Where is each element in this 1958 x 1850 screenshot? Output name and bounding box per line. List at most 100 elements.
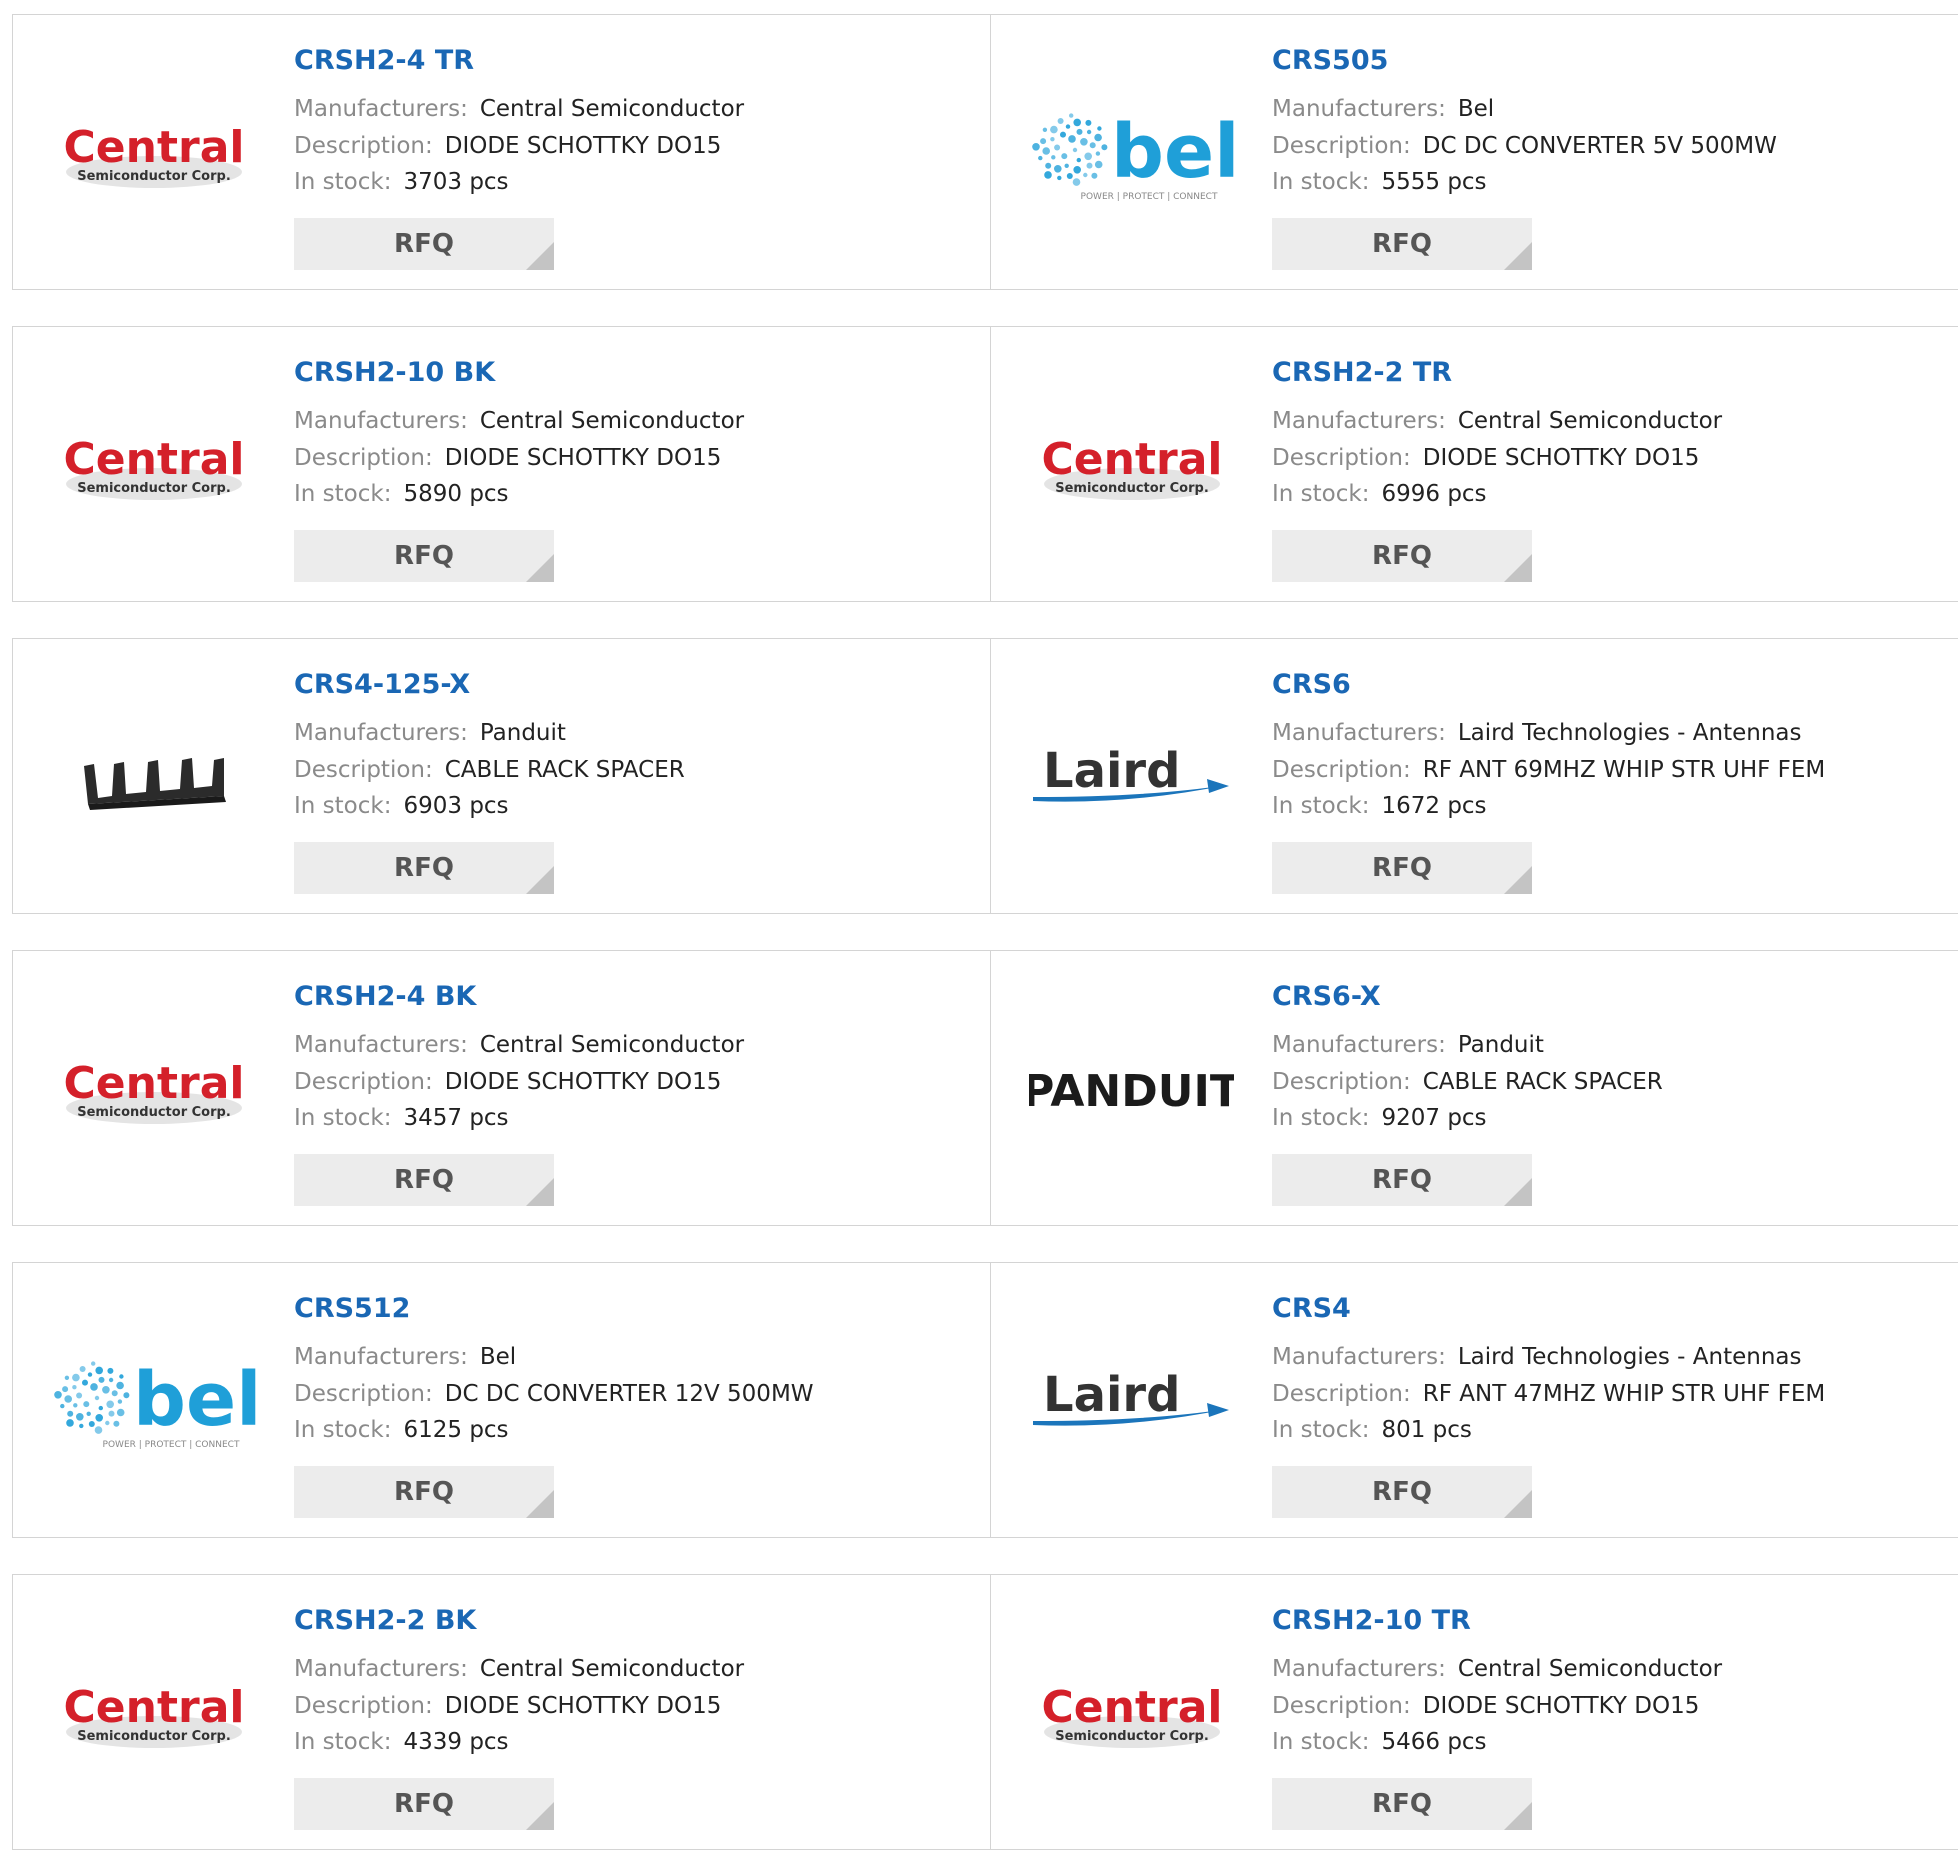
rfq-button[interactable]: RFQ bbox=[1272, 842, 1532, 894]
manufacturer-logo[interactable]: PANDUIT bbox=[1029, 1031, 1234, 1151]
stock-value: 9207 pcs bbox=[1381, 1105, 1487, 1131]
manufacturer-row: Manufacturers: Central Semiconductor bbox=[294, 1032, 744, 1058]
corner-triangle-icon bbox=[526, 866, 554, 894]
svg-text:Central: Central bbox=[1041, 1682, 1222, 1733]
rfq-button[interactable]: RFQ bbox=[1272, 218, 1532, 270]
manufacturer-logo[interactable]: bel POWER | PROTECT | CONNECT bbox=[1029, 95, 1234, 215]
manufacturer-row: Manufacturers: Central Semiconductor bbox=[294, 408, 744, 434]
manufacturer-value: Central Semiconductor bbox=[1457, 1656, 1723, 1682]
manufacturer-logo[interactable]: bel POWER | PROTECT | CONNECT bbox=[51, 1343, 256, 1463]
description-value: DIODE SCHOTTKY DO15 bbox=[1422, 1693, 1700, 1719]
stock-row: In stock: 6996 pcs bbox=[1272, 481, 1487, 507]
stock-value: 3703 pcs bbox=[403, 169, 509, 195]
description-value: DC DC CONVERTER 5V 500MW bbox=[1422, 133, 1777, 159]
part-number-link[interactable]: CRS6 bbox=[1272, 669, 1351, 700]
part-number-link[interactable]: CRSH2-10 TR bbox=[1272, 1605, 1471, 1636]
part-number-link[interactable]: CRS505 bbox=[1272, 45, 1388, 76]
rfq-label: RFQ bbox=[394, 541, 454, 571]
manufacturer-label: Manufacturers: bbox=[1272, 1344, 1446, 1370]
manufacturer-row: Manufacturers: Bel bbox=[294, 1344, 516, 1370]
description-value: DIODE SCHOTTKY DO15 bbox=[444, 1069, 722, 1095]
manufacturer-label: Manufacturers: bbox=[294, 1656, 468, 1682]
cable-rack-spacer-image bbox=[83, 758, 226, 810]
rfq-label: RFQ bbox=[394, 853, 454, 883]
central-logo: CentralSemiconductor Corp. bbox=[63, 434, 244, 500]
rfq-button[interactable]: RFQ bbox=[294, 1466, 554, 1518]
svg-text:Laird: Laird bbox=[1043, 743, 1180, 799]
manufacturer-logo[interactable]: Laird bbox=[1029, 719, 1234, 839]
rfq-label: RFQ bbox=[394, 229, 454, 259]
manufacturer-row: Manufacturers: Panduit bbox=[294, 720, 566, 746]
description-row: Description: DIODE SCHOTTKY DO15 bbox=[1272, 1693, 1699, 1719]
product-card: bel POWER | PROTECT | CONNECT CRS505 Manufa… bbox=[990, 14, 1958, 290]
manufacturer-value: Laird Technologies - Antennas bbox=[1457, 720, 1802, 746]
description-value: DIODE SCHOTTKY DO15 bbox=[444, 445, 722, 471]
part-number-link[interactable]: CRSH2-2 TR bbox=[1272, 357, 1452, 388]
description-label: Description: bbox=[1272, 1069, 1411, 1095]
central-logo: CentralSemiconductor Corp. bbox=[1041, 434, 1222, 500]
description-value: RF ANT 47MHZ WHIP STR UHF FEM bbox=[1422, 1381, 1826, 1407]
manufacturer-value: Central Semiconductor bbox=[479, 1032, 745, 1058]
rfq-button[interactable]: RFQ bbox=[294, 530, 554, 582]
central-logo: CentralSemiconductor Corp. bbox=[63, 1058, 244, 1124]
manufacturer-logo[interactable]: Central Semiconductor Corp. bbox=[1029, 407, 1234, 527]
corner-triangle-icon bbox=[526, 1802, 554, 1830]
manufacturer-value: Laird Technologies - Antennas bbox=[1457, 1344, 1802, 1370]
rfq-button[interactable]: RFQ bbox=[1272, 1154, 1532, 1206]
manufacturer-logo[interactable]: Central Semiconductor Corp. bbox=[1029, 1655, 1234, 1775]
rfq-button[interactable]: RFQ bbox=[1272, 1778, 1532, 1830]
rfq-button[interactable]: RFQ bbox=[294, 842, 554, 894]
stock-value: 6996 pcs bbox=[1381, 481, 1487, 507]
description-row: Description: DIODE SCHOTTKY DO15 bbox=[1272, 445, 1699, 471]
description-row: Description: DC DC CONVERTER 12V 500MW bbox=[294, 1381, 814, 1407]
manufacturer-logo[interactable]: Central Semiconductor Corp. bbox=[51, 1031, 256, 1151]
svg-text:POWER | PROTECT | CONNECT: POWER | PROTECT | CONNECT bbox=[1081, 192, 1218, 202]
part-number-link[interactable]: CRS512 bbox=[294, 1293, 410, 1324]
svg-text:Central: Central bbox=[1041, 434, 1222, 485]
corner-triangle-icon bbox=[1504, 1178, 1532, 1206]
rfq-label: RFQ bbox=[394, 1477, 454, 1507]
manufacturer-label: Manufacturers: bbox=[294, 408, 468, 434]
manufacturer-logo[interactable]: Central Semiconductor Corp. bbox=[51, 1655, 256, 1775]
description-value: DIODE SCHOTTKY DO15 bbox=[444, 133, 722, 159]
part-number-link[interactable]: CRSH2-10 BK bbox=[294, 357, 495, 388]
description-row: Description: RF ANT 69MHZ WHIP STR UHF FE… bbox=[1272, 757, 1825, 783]
description-label: Description: bbox=[294, 1069, 433, 1095]
stock-label: In stock: bbox=[1272, 1729, 1370, 1755]
part-number-link[interactable]: CRSH2-2 BK bbox=[294, 1605, 476, 1636]
part-number-link[interactable]: CRS4 bbox=[1272, 1293, 1351, 1324]
part-number-link[interactable]: CRS6-X bbox=[1272, 981, 1381, 1012]
manufacturer-label: Manufacturers: bbox=[294, 1344, 468, 1370]
manufacturer-logo[interactable]: Laird bbox=[1029, 1343, 1234, 1463]
rfq-button[interactable]: RFQ bbox=[294, 1154, 554, 1206]
manufacturer-row: Manufacturers: Central Semiconductor bbox=[1272, 1656, 1722, 1682]
manufacturer-value: Central Semiconductor bbox=[479, 408, 745, 434]
rfq-button[interactable]: RFQ bbox=[294, 1778, 554, 1830]
part-number-link[interactable]: CRS4-125-X bbox=[294, 669, 470, 700]
rfq-label: RFQ bbox=[1372, 1789, 1432, 1819]
manufacturer-logo[interactable]: Central Semiconductor Corp. bbox=[51, 407, 256, 527]
product-card: Central Semiconductor Corp. CRSH2-10 TR Man… bbox=[990, 1574, 1958, 1850]
rfq-button[interactable]: RFQ bbox=[1272, 1466, 1532, 1518]
svg-text:Semiconductor Corp.: Semiconductor Corp. bbox=[1055, 481, 1209, 496]
manufacturer-value: Bel bbox=[479, 1344, 517, 1370]
part-number-link[interactable]: CRSH2-4 BK bbox=[294, 981, 476, 1012]
rfq-button[interactable]: RFQ bbox=[294, 218, 554, 270]
description-row: Description: DIODE SCHOTTKY DO15 bbox=[294, 133, 721, 159]
corner-triangle-icon bbox=[526, 1178, 554, 1206]
manufacturer-logo[interactable]: Central Semiconductor Corp. bbox=[51, 95, 256, 215]
stock-label: In stock: bbox=[294, 793, 392, 819]
rfq-label: RFQ bbox=[1372, 229, 1432, 259]
manufacturer-value: Central Semiconductor bbox=[1457, 408, 1723, 434]
svg-text:Semiconductor Corp.: Semiconductor Corp. bbox=[77, 481, 231, 496]
corner-triangle-icon bbox=[526, 242, 554, 270]
manufacturer-value: Panduit bbox=[1457, 1032, 1544, 1058]
product-card: PANDUIT CRS6-X Manufacturers: Panduit Descri… bbox=[990, 950, 1958, 1226]
part-number-link[interactable]: CRSH2-4 TR bbox=[294, 45, 474, 76]
rfq-label: RFQ bbox=[1372, 853, 1432, 883]
svg-text:bel: bel bbox=[1111, 109, 1234, 195]
manufacturer-logo[interactable] bbox=[51, 719, 256, 839]
stock-value: 1672 pcs bbox=[1381, 793, 1487, 819]
rfq-button[interactable]: RFQ bbox=[1272, 530, 1532, 582]
stock-label: In stock: bbox=[294, 1729, 392, 1755]
